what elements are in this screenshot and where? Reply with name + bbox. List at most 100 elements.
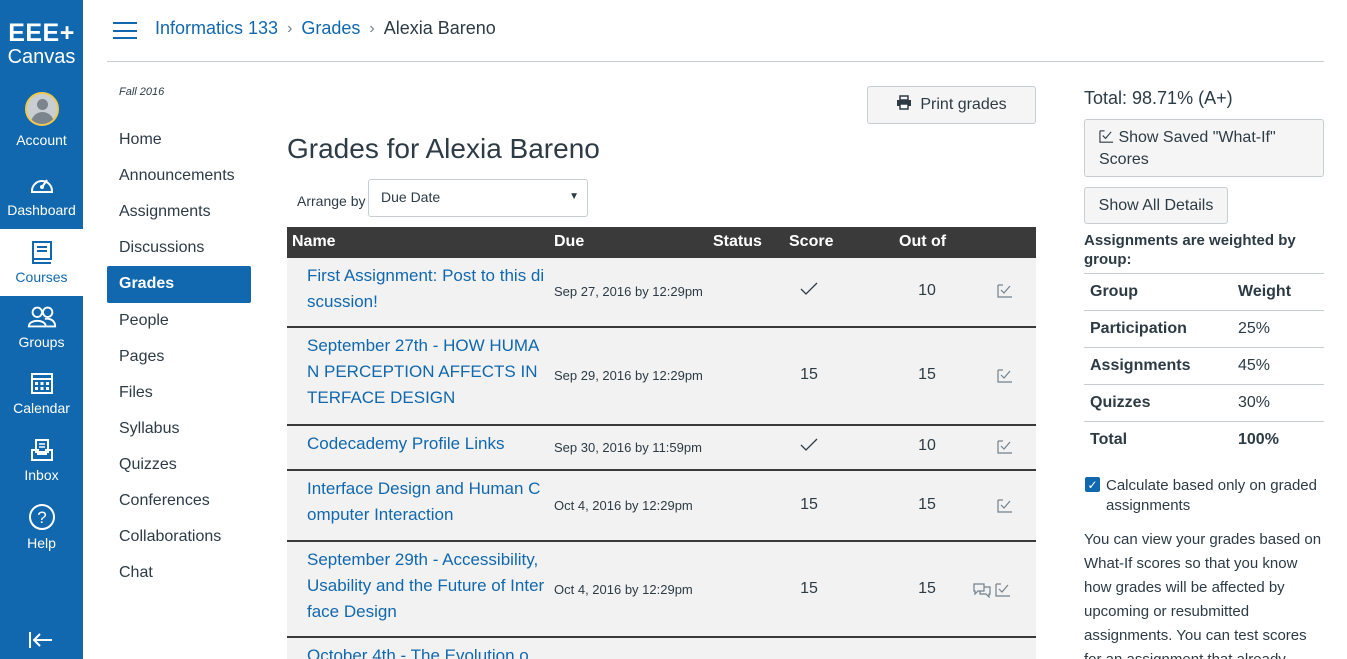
whatif-label: Show Saved "What-If" Scores [1099,129,1276,168]
whatif-score-icon[interactable] [997,498,1013,514]
out-of-value: 10 [918,437,936,454]
table-row: September 29th - Accessibility, Usabilit… [287,542,1036,638]
course-nav-people[interactable]: People [107,303,252,339]
arrange-by-select[interactable]: Due Date ▼ [368,179,588,217]
due-date: Oct 4, 2016 by 12:29pm [554,582,693,597]
score-value[interactable]: 15 [787,366,831,384]
grades-table-header: Name Due Status Score Out of [287,227,1036,258]
weights-header-row: Group Weight [1084,274,1324,311]
global-nav-calendar-label: Calendar [13,400,70,416]
column-name[interactable]: Name [292,233,336,251]
score-value[interactable]: 15 [787,496,831,514]
out-of-value: 15 [918,366,936,383]
calculate-graded-only-checkbox[interactable]: ✓ [1085,477,1100,492]
course-nav-pages[interactable]: Pages [107,339,252,375]
weight-group: Quizzes [1090,394,1151,411]
column-due[interactable]: Due [554,233,584,251]
comment-icon[interactable] [973,582,991,603]
weight-value: 25% [1238,320,1271,337]
calendar-icon [26,370,58,396]
weights-group-header: Group [1090,283,1138,300]
whatif-score-icon[interactable] [997,439,1013,455]
show-all-details-button[interactable]: Show All Details [1084,187,1228,224]
course-nav-files[interactable]: Files [107,375,252,411]
course-nav-syllabus[interactable]: Syllabus [107,411,252,447]
table-row: Interface Design and Human Computer Inte… [287,471,1036,542]
courses-icon [26,239,58,265]
assignment-link[interactable]: Codecademy Profile Links [307,431,547,457]
global-nav-inbox[interactable]: Inbox [0,437,83,485]
whatif-score-icon[interactable] [995,582,1011,603]
breadcrumb-separator-icon: › [369,19,375,37]
course-nav-grades[interactable]: Grades [107,266,251,303]
show-whatif-scores-button[interactable]: Show Saved "What-If" Scores [1084,119,1324,177]
assignment-link[interactable]: September 29th - Accessibility, Usabilit… [307,547,547,625]
breadcrumb-grades[interactable]: Grades [301,18,360,39]
assignment-link[interactable]: September 27th - HOW HUMAN PERCEPTION AF… [307,333,547,411]
calculate-graded-only-label: Calculate based only on graded assignmen… [1106,477,1317,514]
row-icons [973,582,1011,603]
weights-total-row: Total 100% [1084,422,1324,459]
global-nav-dashboard-label: Dashboard [7,202,76,218]
global-nav-dashboard[interactable]: Dashboard [0,172,83,222]
course-nav-home[interactable]: Home [107,122,252,158]
course-nav-discussions[interactable]: Discussions [107,230,252,266]
weighted-note: Assignments are weighted by group: [1084,232,1296,268]
course-nav-quizzes[interactable]: Quizzes [107,447,252,483]
table-row: First Assignment: Post to this discussio… [287,258,1036,328]
assignment-link[interactable]: Interface Design and Human Computer Inte… [307,476,547,528]
score-check-icon [787,438,831,457]
table-row: September 27th - HOW HUMAN PERCEPTION AF… [287,328,1036,426]
weights-row: Quizzes 30% [1084,385,1324,422]
global-nav-calendar[interactable]: Calendar [0,370,83,418]
help-icon: ? [26,503,58,531]
global-nav-account-label: Account [16,132,67,148]
printer-icon [896,95,912,115]
column-out-of[interactable]: Out of [899,233,946,251]
course-nav-collaborations[interactable]: Collaborations [107,519,252,555]
weight-group: Assignments [1090,357,1191,374]
account-avatar [24,92,59,126]
whatif-score-icon[interactable] [997,368,1013,384]
arrange-by-label: Arrange by [297,193,366,209]
global-nav-inbox-label: Inbox [24,467,59,483]
svg-text:?: ? [37,508,46,527]
canvas-logo[interactable]: EEE+ Canvas [0,0,83,84]
course-nav-assignments[interactable]: Assignments [107,194,252,230]
page-header: Informatics 133 › Grades › Alexia Bareno [107,0,1324,62]
weights-weight-header: Weight [1238,283,1292,300]
weights-row: Assignments 45% [1084,348,1324,385]
out-of-value: 15 [918,580,936,597]
weight-total-value: 100% [1238,431,1279,448]
global-nav-account[interactable]: Account [0,92,83,154]
table-row: October 4th - The Evolution o [287,638,1036,659]
global-nav-groups[interactable]: Groups [0,304,83,350]
course-nav-announcements[interactable]: Announcements [107,158,252,194]
weight-group: Participation [1090,320,1187,337]
due-date: Oct 4, 2016 by 12:29pm [554,498,693,513]
collapse-nav-icon[interactable] [28,630,54,650]
global-nav-courses-label: Courses [15,269,68,285]
column-status[interactable]: Status [713,233,762,251]
global-nav-help-label: Help [27,535,56,551]
hamburger-menu-icon[interactable] [113,22,137,39]
course-nav: Fall 2016 Home Announcements Assignments… [107,86,252,591]
assignment-link[interactable]: First Assignment: Post to this discussio… [307,263,547,315]
breadcrumb-separator-icon: › [287,19,293,37]
global-nav-help[interactable]: ? Help [0,503,83,551]
global-nav-courses[interactable]: Courses [0,229,83,296]
global-nav: EEE+ Canvas Account Dashboard Courses Gr… [0,0,83,659]
whatif-score-icon[interactable] [997,283,1013,299]
groups-icon [26,304,58,330]
dropdown-caret-icon: ▼ [569,191,579,202]
breadcrumb-course[interactable]: Informatics 133 [155,18,278,39]
weight-value: 45% [1238,357,1271,374]
logo-line-2: Canvas [7,46,76,68]
breadcrumb: Informatics 133 › Grades › Alexia Bareno [155,18,496,39]
course-nav-chat[interactable]: Chat [107,555,252,591]
course-nav-conferences[interactable]: Conferences [107,483,252,519]
column-score[interactable]: Score [789,233,833,251]
assignment-link[interactable]: October 4th - The Evolution o [307,643,547,659]
score-value[interactable]: 15 [787,580,831,598]
print-grades-button[interactable]: Print grades [867,86,1036,124]
